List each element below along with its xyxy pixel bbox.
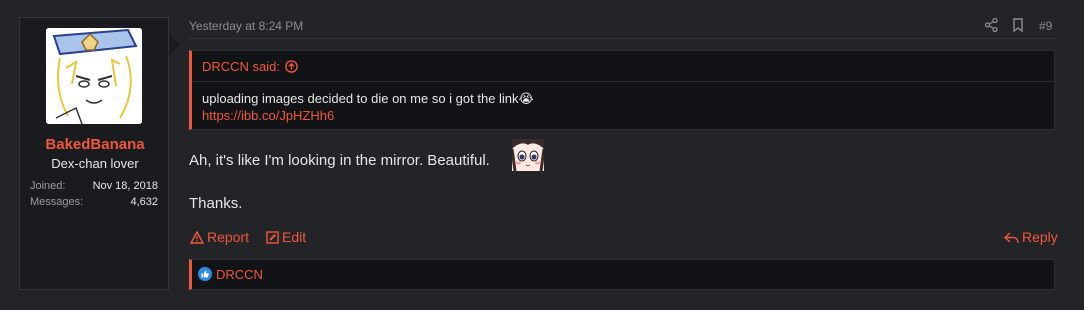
share-icon[interactable] [984,17,998,34]
message-text: Ah, it's like I'm looking in the mirror.… [189,152,490,169]
quote-block: DRCCN said: uploading images decided to … [189,50,1055,130]
reply-label[interactable]: Reply [1022,229,1058,245]
report-button[interactable]: Report [189,229,249,245]
quote-link[interactable]: https://ibb.co/JpHZHh6 [202,107,1044,124]
user-info-panel: BakedBanana Dex-chan lover Joined: Nov 1… [19,17,180,290]
edit-icon [266,231,279,244]
joined-label: Joined: [30,180,66,192]
warning-icon [189,230,205,244]
edit-button[interactable]: Edit [266,229,306,245]
quote-text: uploading images decided to die on me so… [202,91,534,106]
quote-body: uploading images decided to die on me so… [192,82,1054,124]
messages-value: 4,632 [130,196,158,208]
reactions-bar: DRCCN [189,259,1055,290]
report-label[interactable]: Report [207,229,249,245]
quote-header[interactable]: DRCCN said: [192,51,1054,82]
reaction-user[interactable]: DRCCN [216,267,263,282]
reply-button[interactable]: Reply [1003,229,1058,245]
post-timestamp[interactable]: Yesterday at 8:24 PM [189,19,303,33]
header-divider [189,38,1055,39]
username[interactable]: BakedBanana [20,136,170,153]
like-icon [198,267,212,281]
quote-author[interactable]: DRCCN said: [202,59,280,74]
messages-label: Messages: [30,196,84,208]
user-title: Dex-chan lover [51,156,139,171]
message-thanks: Thanks. [189,195,243,212]
avatar[interactable] [46,28,142,124]
reply-icon [1003,232,1019,244]
anime-face-emoji-icon [510,139,546,172]
bookmark-icon[interactable] [1013,18,1023,34]
joined-value: Nov 18, 2018 [92,180,158,192]
arrow-up-circle-icon[interactable] [285,60,298,73]
edit-label[interactable]: Edit [282,229,306,245]
post-number[interactable]: #9 [1039,19,1052,35]
